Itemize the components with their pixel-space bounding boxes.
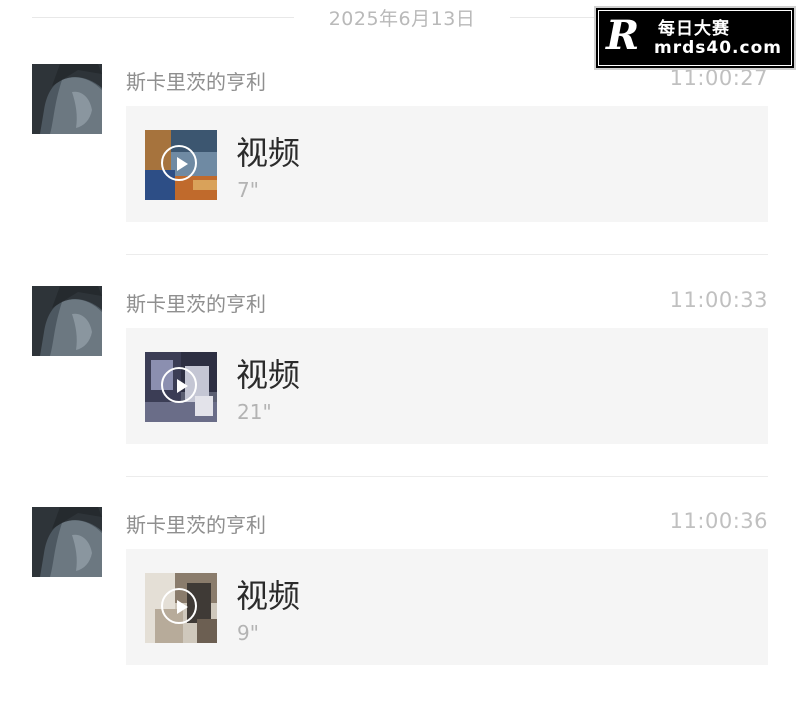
message-time: 11:00:36 — [669, 509, 768, 533]
avatar[interactable] — [32, 286, 102, 356]
video-title: 视频 — [236, 356, 301, 394]
watermark-url: mrds40.com — [654, 38, 782, 58]
play-icon[interactable] — [161, 367, 197, 403]
video-thumbnail[interactable] — [145, 130, 217, 200]
video-duration: 9" — [237, 621, 259, 645]
watermark-logo: R 每日大赛 mrds40.com — [594, 6, 796, 70]
message-item: 斯卡里茨的亨利 11:00:36 视频 9" — [0, 507, 800, 707]
video-card[interactable]: 视频 21" — [126, 328, 768, 444]
video-card[interactable]: 视频 7" — [126, 106, 768, 222]
play-icon[interactable] — [161, 145, 197, 181]
sender-name: 斯卡里茨的亨利 — [126, 292, 266, 316]
video-duration: 21" — [237, 400, 272, 424]
message-divider — [126, 254, 768, 255]
date-line-right — [510, 17, 600, 18]
avatar[interactable] — [32, 507, 102, 577]
avatar[interactable] — [32, 64, 102, 134]
video-title: 视频 — [236, 577, 301, 615]
video-duration: 7" — [237, 178, 259, 202]
date-text: 2025年6月13日 — [328, 8, 476, 30]
watermark-name: 每日大赛 — [658, 19, 730, 39]
message-time: 11:00:33 — [669, 288, 768, 312]
date-line-left — [32, 17, 294, 18]
message-divider — [126, 476, 768, 477]
sender-name: 斯卡里茨的亨利 — [126, 513, 266, 537]
video-title: 视频 — [236, 134, 301, 172]
sender-name: 斯卡里茨的亨利 — [126, 70, 266, 94]
play-icon[interactable] — [161, 588, 197, 624]
message-item: 斯卡里茨的亨利 11:00:27 视频 7" — [0, 64, 800, 264]
video-thumbnail[interactable] — [145, 352, 217, 422]
video-thumbnail[interactable] — [145, 573, 217, 643]
message-item: 斯卡里茨的亨利 11:00:33 视频 21" — [0, 286, 800, 486]
video-card[interactable]: 视频 9" — [126, 549, 768, 665]
watermark-letter: R — [606, 12, 640, 59]
